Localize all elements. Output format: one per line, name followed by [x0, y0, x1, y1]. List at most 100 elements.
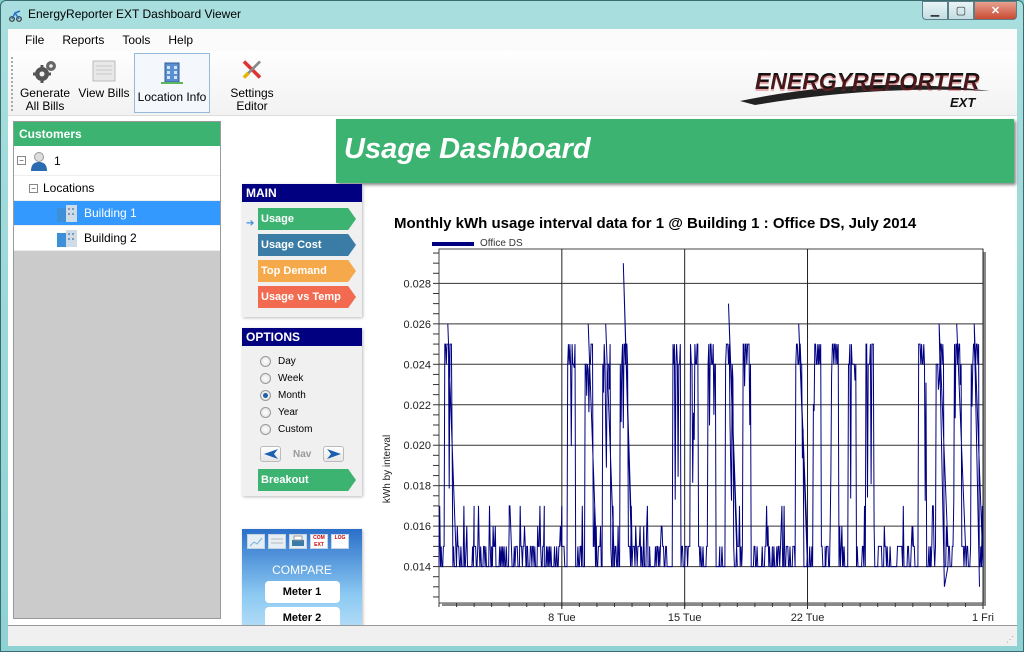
table-icon[interactable]	[268, 534, 286, 549]
window-title: EnergyReporter EXT Dashboard Viewer	[28, 7, 241, 21]
customers-panel: Customers − 1 − Locations Building 1 Bui…	[13, 121, 221, 619]
menu-file[interactable]: File	[16, 33, 53, 47]
nav-row: Nav	[260, 445, 362, 463]
maximize-button[interactable]: ▢	[948, 1, 974, 20]
breakout-button[interactable]: Breakout	[258, 469, 356, 491]
bills-icon	[92, 60, 116, 82]
y-tick-label: 0.018	[403, 481, 431, 493]
tree-node-customer[interactable]: − 1	[14, 146, 220, 176]
option-day[interactable]: Day	[260, 353, 362, 370]
tree-node-building-1[interactable]: Building 1	[14, 201, 220, 226]
x-tick-label: 8 Tue	[548, 612, 576, 624]
radio-month[interactable]	[260, 390, 271, 401]
building-icon	[57, 230, 77, 247]
option-label: Year	[278, 407, 299, 418]
main-header: MAIN	[242, 184, 362, 202]
tree-node-locations[interactable]: − Locations	[14, 176, 220, 201]
customers-header: Customers	[14, 122, 220, 146]
option-label: Day	[278, 356, 296, 367]
compare-box: COM EXT LOG COMPARE Meter 1 Meter 2	[242, 529, 362, 639]
minimize-icon: ▁	[930, 5, 940, 17]
radio-week[interactable]	[260, 373, 271, 384]
option-label: Custom	[278, 424, 313, 435]
radio-day[interactable]	[260, 356, 271, 367]
x-tick-label: 15 Tue	[668, 612, 702, 624]
tree-label: 1	[54, 153, 61, 168]
option-custom[interactable]: Custom	[260, 421, 362, 438]
option-week[interactable]: Week	[260, 370, 362, 387]
tree-label: Building 1	[84, 206, 137, 220]
energyreporter-logo: ENERGYREPORTER ENERGYREPORTER EXT	[740, 68, 990, 110]
y-tick-label: 0.024	[403, 359, 431, 371]
option-label: Week	[278, 373, 304, 384]
option-month[interactable]: Month	[260, 387, 362, 404]
close-button[interactable]: ✕	[974, 1, 1017, 20]
dashboard-area: Usage Dashboard MAIN ➔ Usage Usage Cost …	[221, 119, 1017, 639]
plot-shadow	[442, 603, 986, 606]
collapse-icon[interactable]: −	[29, 183, 38, 193]
print-icon[interactable]	[289, 534, 307, 549]
nav-top-demand[interactable]: Top Demand	[258, 260, 356, 282]
svg-text:ENERGYREPORTER: ENERGYREPORTER	[755, 70, 980, 96]
close-icon: ✕	[990, 5, 1001, 17]
menu-tools[interactable]: Tools	[113, 33, 159, 47]
view-bills-button[interactable]: View Bills	[76, 53, 132, 113]
compare-label: COMPARE	[272, 563, 332, 577]
y-tick-label: 0.020	[403, 440, 431, 452]
nav-label: Nav	[293, 448, 312, 460]
collapse-icon[interactable]: −	[17, 156, 26, 165]
y-axis-label: kWh by interval	[382, 435, 393, 503]
maximize-icon: ▢	[955, 5, 967, 17]
tree-label: Building 2	[84, 231, 137, 245]
toolbar-grip[interactable]	[11, 57, 13, 111]
generate-all-bills-button[interactable]: Generate All Bills	[16, 53, 74, 113]
meter-1-button[interactable]: Meter 1	[264, 581, 340, 603]
dashboard-banner: Usage Dashboard	[336, 119, 1014, 183]
log-icon[interactable]: LOG	[331, 534, 349, 549]
usage-chart: 0.014 0.016 0.018 0.020 0.022 0.024 0.026 0.028…	[382, 248, 994, 629]
tool-label: Settings Editor	[230, 86, 274, 113]
menu-reports[interactable]: Reports	[53, 33, 113, 47]
banner-title: Usage Dashboard	[344, 133, 591, 165]
resize-grip-icon[interactable]: ⋰	[1006, 635, 1014, 644]
options-header: OPTIONS	[242, 328, 362, 346]
app-window: EnergyReporter EXT Dashboard Viewer ▁ ▢ …	[0, 0, 1024, 652]
tool-label: All Bills	[25, 99, 65, 113]
chart-icon[interactable]	[247, 534, 265, 549]
customer-tree: − 1 − Locations Building 1 Building 2	[14, 146, 220, 251]
option-year[interactable]: Year	[260, 404, 362, 421]
location-info-button[interactable]: Location Info	[134, 53, 210, 113]
radio-custom[interactable]	[260, 424, 271, 435]
nav-usage-cost[interactable]: Usage Cost	[258, 234, 356, 256]
app-icon	[9, 10, 22, 22]
y-tick-label: 0.016	[403, 521, 431, 533]
nav-next-button[interactable]	[323, 446, 345, 462]
building-icon	[161, 62, 183, 84]
menu-help[interactable]: Help	[159, 33, 202, 47]
radio-year[interactable]	[260, 407, 271, 418]
gears-icon	[33, 61, 56, 83]
y-tick-label: 0.014	[403, 562, 431, 574]
toolbar: Generate All Bills View Bills Location I…	[8, 51, 1017, 116]
tools-icon	[242, 60, 262, 79]
y-tick-label: 0.022	[403, 400, 431, 412]
tree-label: Locations	[43, 181, 95, 195]
client-area: File Reports Tools Help Generate All Bil…	[8, 29, 1017, 646]
minimize-button[interactable]: ▁	[922, 1, 948, 20]
nav-usage[interactable]: Usage	[258, 208, 356, 230]
menu-bar: File Reports Tools Help	[8, 29, 1017, 51]
settings-editor-button[interactable]: Settings Editor	[213, 53, 291, 113]
x-tick-label: 22 Tue	[791, 612, 825, 624]
nav-prev-button[interactable]	[260, 446, 281, 462]
arrow-right-icon	[326, 449, 341, 459]
status-bar: ⋰	[8, 625, 1017, 646]
nav-usage-vs-temp[interactable]: Usage vs Temp	[258, 286, 356, 308]
tool-label: Location Info	[137, 90, 207, 104]
options-box: OPTIONS Day Week Month Year Custom Nav B…	[242, 328, 362, 496]
tree-node-building-2[interactable]: Building 2	[14, 226, 220, 251]
y-tick-label: 0.026	[403, 319, 431, 331]
user-icon	[31, 151, 47, 171]
main-nav-box: MAIN ➔ Usage Usage Cost Top Demand Usage…	[242, 184, 362, 317]
building-icon	[57, 205, 77, 222]
com-ext-icon[interactable]: COM EXT	[310, 534, 328, 549]
